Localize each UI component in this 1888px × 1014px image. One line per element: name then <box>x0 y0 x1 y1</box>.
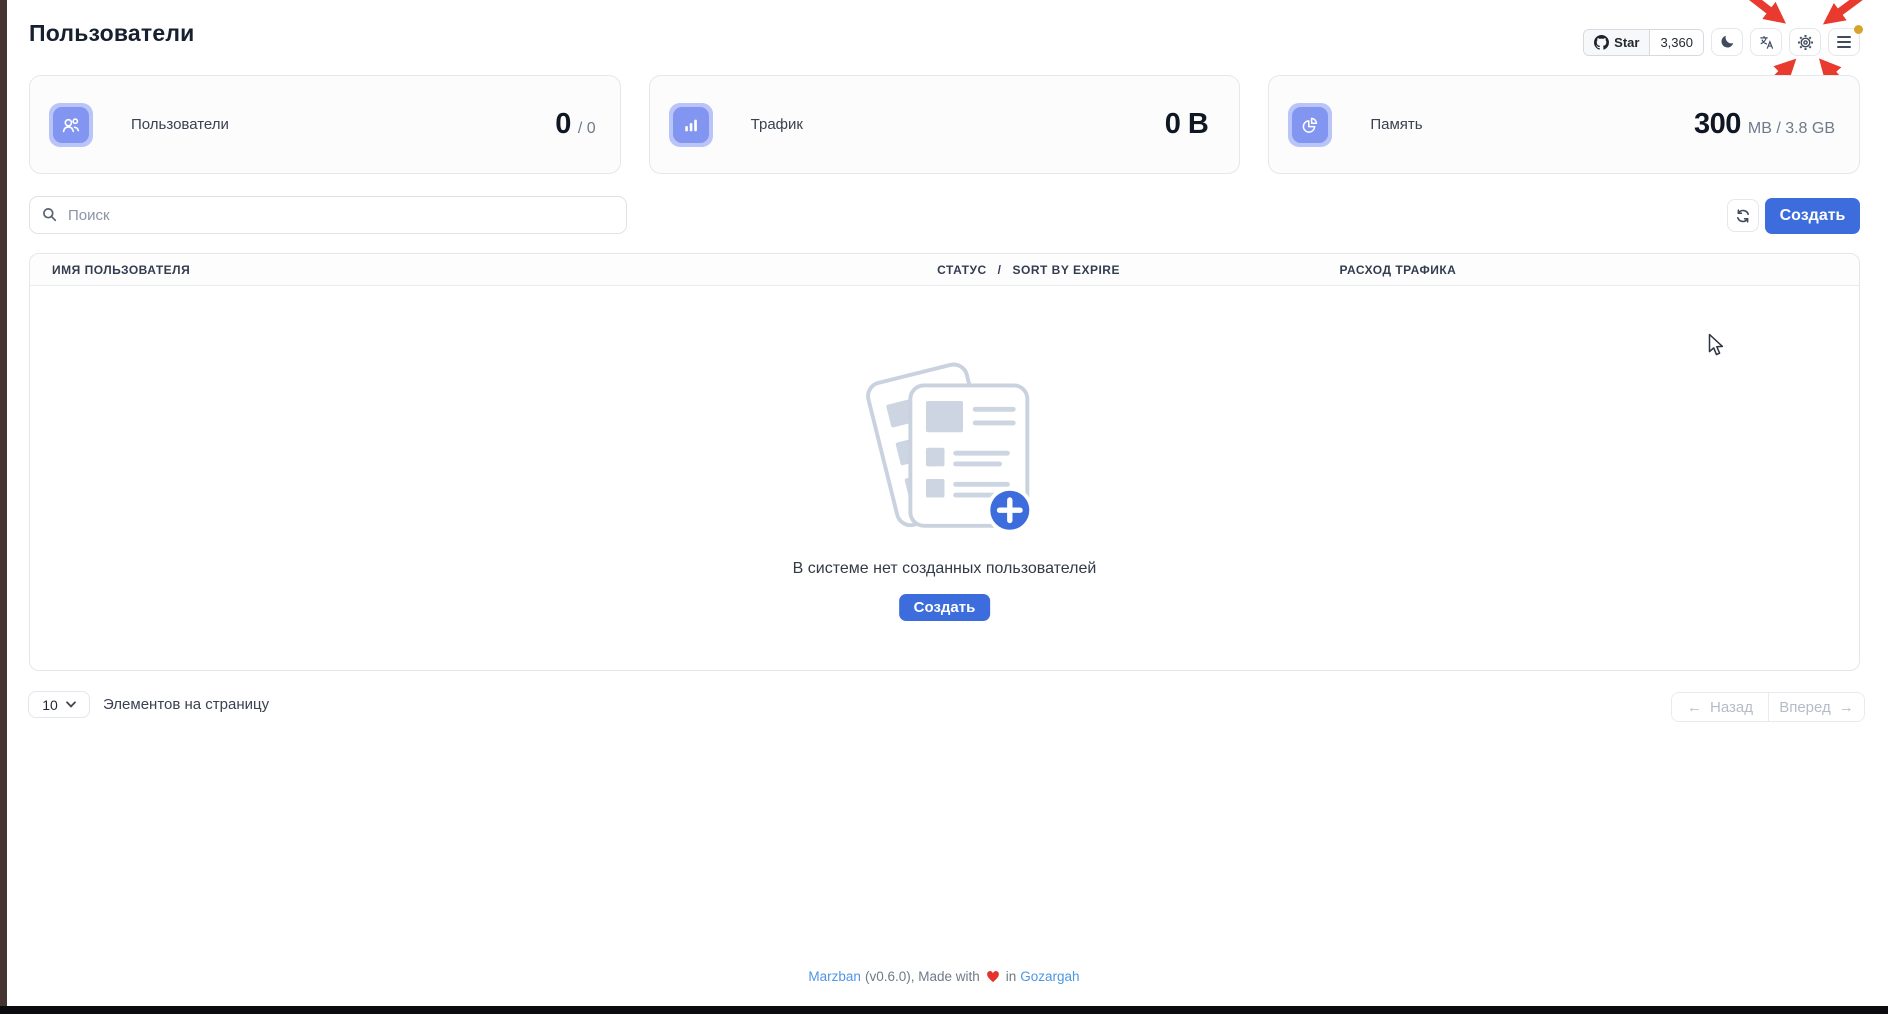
github-star-button[interactable]: Star <box>1584 30 1650 55</box>
refresh-button[interactable] <box>1727 199 1759 232</box>
search-input[interactable] <box>29 196 627 234</box>
refresh-icon <box>1735 208 1751 224</box>
column-header-sort-by-expire[interactable]: SORT BY EXPIRE <box>1013 263 1120 277</box>
prev-page-button[interactable]: ← Назад <box>1672 693 1768 721</box>
pagination-nav: ← Назад Вперед → <box>1671 692 1865 722</box>
stat-value: 300 <box>1694 108 1741 141</box>
window-edge-strip <box>0 0 7 1014</box>
stat-sub-value: MB / 3.8 GB <box>1748 120 1835 138</box>
footer-in-word: in <box>1006 969 1017 984</box>
chevron-down-icon <box>66 701 76 708</box>
stat-label: Память <box>1370 116 1422 133</box>
page-title: Пользователи <box>29 20 195 47</box>
memory-icon <box>1300 115 1320 135</box>
github-icon <box>1594 35 1609 50</box>
table-header-row: ИМЯ ПОЛЬЗОВАТЕЛЯ СТАТУС / SORT BY EXPIRE… <box>30 254 1859 286</box>
footer-brand-link[interactable]: Marzban <box>808 969 861 984</box>
stat-card-users: Пользователи 0 / 0 <box>29 75 621 174</box>
search-icon <box>41 206 58 223</box>
theme-toggle-button[interactable] <box>1711 28 1743 56</box>
empty-state-illustration <box>846 346 1041 534</box>
column-header-traffic[interactable]: РАСХОД ТРАФИКА <box>1340 263 1457 277</box>
next-page-button[interactable]: Вперед → <box>1768 693 1864 721</box>
menu-button[interactable] <box>1828 28 1860 56</box>
column-separator: / <box>998 263 1002 277</box>
search-box <box>29 196 627 234</box>
translate-icon <box>1758 34 1775 51</box>
column-header-username[interactable]: ИМЯ ПОЛЬЗОВАТЕЛЯ <box>30 263 937 277</box>
footer-text: (v0.6.0), Made with <box>865 969 980 984</box>
moon-icon <box>1719 34 1735 50</box>
github-star-label: Star <box>1614 35 1639 50</box>
stat-cards-row: Пользователи 0 / 0 Трафик 0 B <box>29 75 1860 174</box>
github-star-widget[interactable]: Star 3,360 <box>1583 29 1704 56</box>
stat-label: Трафик <box>751 116 803 133</box>
stat-sub-value: / 0 <box>578 120 596 138</box>
traffic-icon <box>681 115 701 135</box>
stat-card-memory: Память 300 MB / 3.8 GB <box>1268 75 1860 174</box>
language-button[interactable] <box>1750 28 1782 56</box>
footer-org-link[interactable]: Gozargah <box>1020 969 1079 984</box>
empty-state-create-button[interactable]: Создать <box>899 594 991 621</box>
hamburger-icon <box>1837 36 1851 48</box>
footer: Marzban (v0.6.0), Made with in Gozargah <box>0 969 1888 984</box>
settings-button[interactable] <box>1789 28 1821 56</box>
per-page-label: Элементов на страницу <box>103 696 269 713</box>
empty-state-message: В системе нет созданных пользователей <box>30 560 1859 578</box>
header-toolbar: Star 3,360 <box>1583 28 1860 56</box>
left-arrow-icon: ← <box>1687 699 1702 716</box>
users-icon <box>61 115 81 135</box>
heart-icon <box>986 970 1000 983</box>
column-header-status[interactable]: СТАТУС / SORT BY EXPIRE <box>937 263 1339 277</box>
page-size-select[interactable]: 10 <box>28 691 90 718</box>
stat-value: 0 <box>555 108 571 141</box>
bottom-edge-strip <box>0 1006 1888 1014</box>
stat-card-traffic: Трафик 0 B <box>649 75 1241 174</box>
github-star-count[interactable]: 3,360 <box>1650 30 1703 55</box>
users-table: ИМЯ ПОЛЬЗОВАТЕЛЯ СТАТУС / SORT BY EXPIRE… <box>29 253 1860 671</box>
create-user-button[interactable]: Создать <box>1765 198 1860 234</box>
gear-icon <box>1797 34 1814 51</box>
menu-notification-dot <box>1854 25 1863 34</box>
stat-value: 0 B <box>1165 108 1209 141</box>
stat-label: Пользователи <box>131 116 229 133</box>
right-arrow-icon: → <box>1839 699 1854 716</box>
page-size-value: 10 <box>42 697 58 713</box>
